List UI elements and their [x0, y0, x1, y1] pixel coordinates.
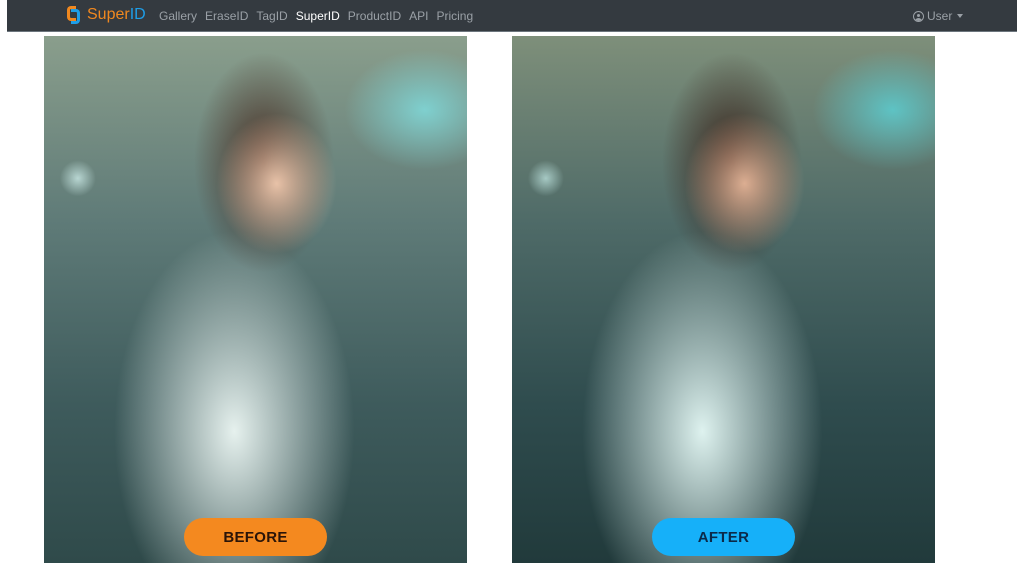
- nav-productid[interactable]: ProductID: [344, 9, 405, 23]
- nav-gallery[interactable]: Gallery: [155, 9, 201, 23]
- after-image: AFTER: [512, 36, 935, 563]
- top-navbar: SuperID Gallery EraseID TagID SuperID Pr…: [7, 0, 1017, 32]
- brand-logo-link[interactable]: SuperID: [67, 6, 146, 24]
- main-nav: Gallery EraseID TagID SuperID ProductID …: [155, 9, 477, 23]
- caret-down-icon: [957, 14, 964, 18]
- nav-superid[interactable]: SuperID: [292, 9, 344, 23]
- user-menu-label: User: [927, 9, 953, 23]
- user-menu-dropdown[interactable]: User: [913, 9, 964, 23]
- before-image: BEFORE: [44, 36, 467, 563]
- brand-name: SuperID: [87, 6, 146, 24]
- after-label-badge: AFTER: [652, 518, 795, 556]
- brand-name-super: Super: [87, 6, 130, 23]
- before-label-badge: BEFORE: [184, 518, 327, 556]
- user-circle-icon: [913, 10, 924, 22]
- brand-name-id: ID: [129, 6, 146, 23]
- nav-api[interactable]: API: [405, 9, 432, 23]
- nav-eraseid[interactable]: EraseID: [201, 9, 252, 23]
- nav-tagid[interactable]: TagID: [252, 9, 291, 23]
- nav-pricing[interactable]: Pricing: [432, 9, 477, 23]
- superid-logo-icon: [67, 6, 81, 24]
